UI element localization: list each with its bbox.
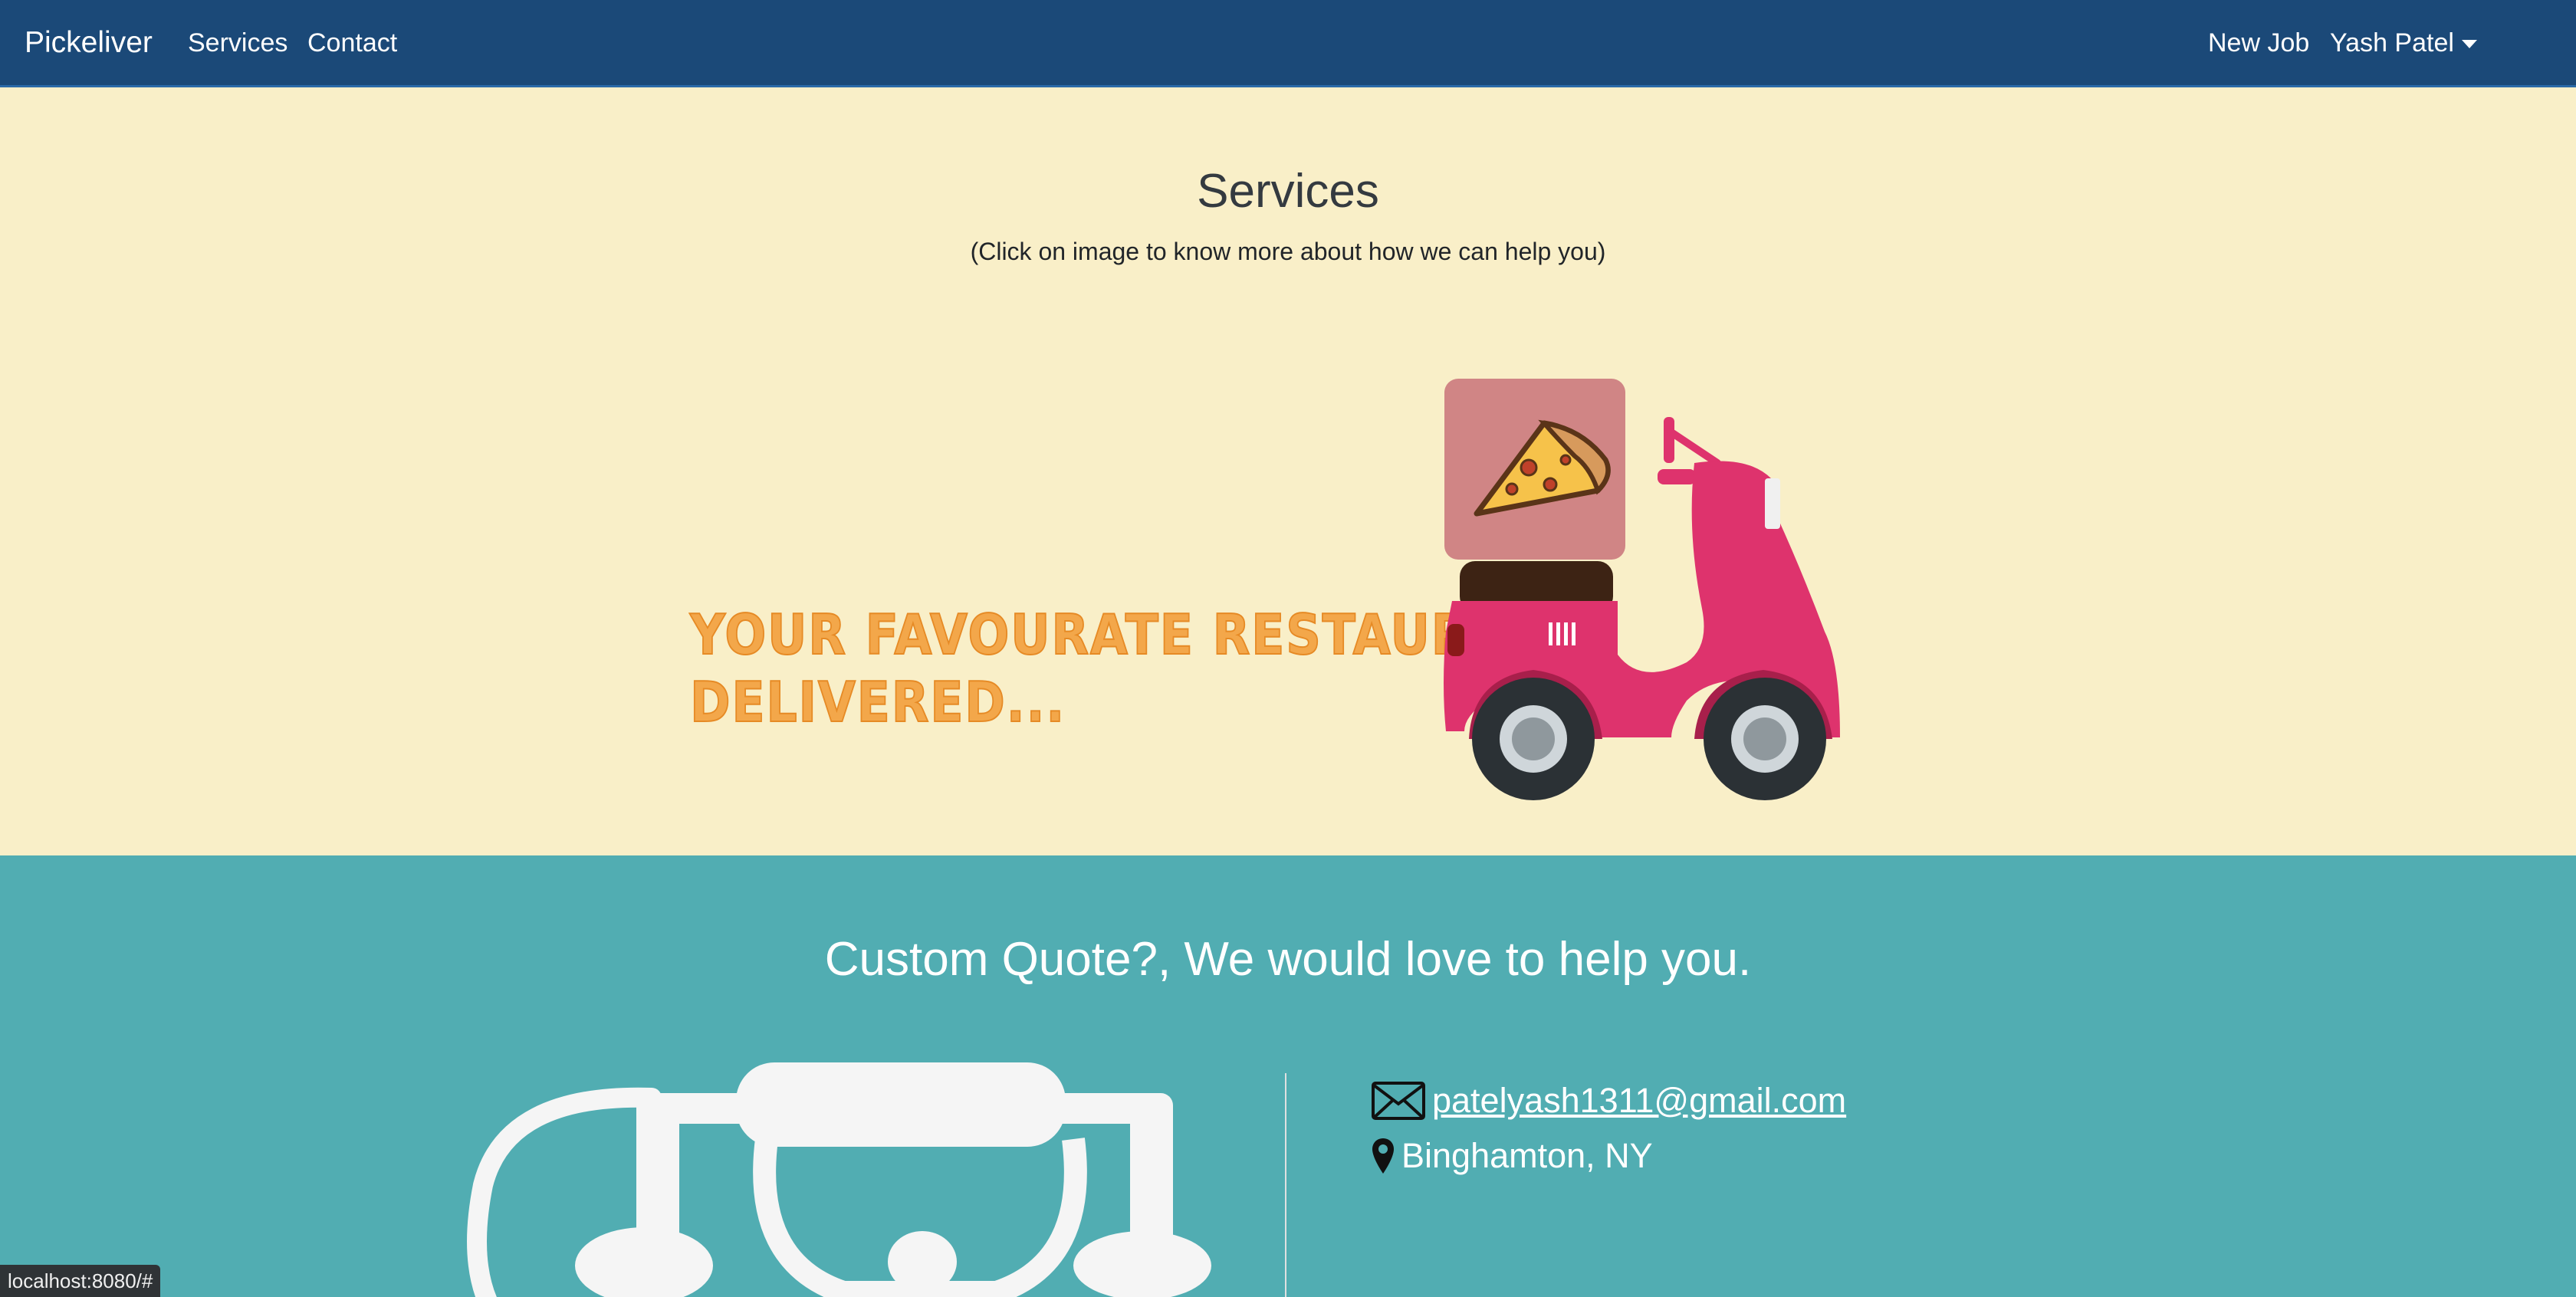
map-pin-icon — [1372, 1138, 1394, 1174]
caret-down-icon — [2461, 40, 2477, 48]
services-subtitle: (Click on image to know more about how w… — [970, 238, 1606, 265]
user-menu-dropdown[interactable]: Yash Patel — [2330, 28, 2477, 58]
nav-link-contact[interactable]: Contact — [307, 28, 397, 58]
contact-email-link[interactable]: patelyash1311@gmail.com — [1371, 1081, 1846, 1121]
envelope-icon — [1372, 1082, 1425, 1120]
food-delivery-service-image[interactable]: YOUR FAVOURATE RESTAURANTS DELIVERED... — [675, 379, 1932, 900]
contact-section: Custom Quote?, We would love to help you… — [0, 855, 2576, 1297]
contact-location: Binghamton, NY — [1371, 1136, 1653, 1176]
services-title: Services — [1197, 165, 1379, 218]
contact-location-text: Binghamton, NY — [1401, 1136, 1653, 1175]
nav-link-services[interactable]: Services — [188, 28, 288, 58]
delivery-scooter-illustration — [1444, 379, 1840, 800]
top-navbar: Pickeliver Services Contact New Job Yash… — [0, 0, 2576, 87]
brand-logo-link[interactable]: Pickeliver — [25, 26, 153, 60]
contact-title: Custom Quote?, We would love to help you… — [824, 933, 1752, 986]
nav-link-new-job[interactable]: New Job — [2208, 28, 2309, 58]
contact-email-text: patelyash1311@gmail.com — [1432, 1081, 1847, 1120]
telephone-illustration — [467, 1062, 1211, 1297]
contact-divider — [1285, 1073, 1286, 1297]
services-section: Services (Click on image to know more ab… — [0, 87, 2576, 855]
browser-status-bar: localhost:8080/# — [0, 1265, 161, 1297]
user-menu-label: Yash Patel — [2330, 28, 2454, 57]
